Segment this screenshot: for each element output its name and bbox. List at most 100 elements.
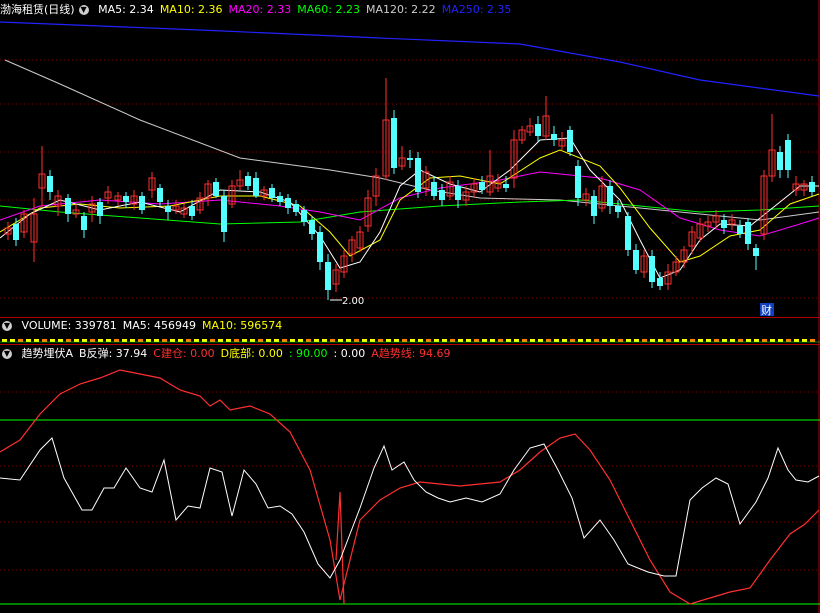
candle-body [745, 222, 751, 244]
volume-bar [746, 339, 751, 342]
panel-separator [0, 344, 820, 345]
volume-bar [394, 339, 399, 342]
candle-body [721, 220, 727, 228]
volume-bar [186, 339, 191, 342]
candle-body [455, 186, 461, 200]
volume-bar [434, 339, 439, 342]
volume-bar [346, 339, 351, 342]
volume-bar [354, 339, 359, 342]
candle-body [309, 220, 315, 234]
volume-bar [314, 339, 319, 342]
candle-body [649, 256, 655, 282]
candle-body [625, 216, 631, 250]
collapse-toggle-icon[interactable]: ▼ [78, 5, 89, 15]
volume-header: ▼ VOLUME: 339781 MA5: 456949 MA10: 596574 [0, 318, 294, 334]
candle-body [615, 206, 621, 212]
candle-body [65, 198, 71, 214]
volume-bar [114, 339, 119, 342]
candle-body [415, 158, 421, 192]
candle-body [439, 190, 445, 200]
volume-bar [754, 339, 759, 342]
collapse-toggle-icon[interactable]: ▼ [2, 349, 12, 359]
rebound-line-b [0, 437, 820, 579]
collapse-toggle-icon[interactable]: ▼ [2, 321, 12, 331]
volume-bar [242, 339, 247, 342]
volume-bar [282, 339, 287, 342]
volume-bar [522, 339, 527, 342]
volume-bar [786, 339, 791, 342]
ma-label-5: MA250: 2.35 [441, 3, 512, 16]
volume-bar [650, 339, 655, 342]
volume-label-1: MA5: 456949 [122, 319, 196, 332]
volume-bar [122, 339, 127, 342]
volume-bar [610, 339, 615, 342]
candle-body [189, 206, 195, 216]
volume-bar [202, 339, 207, 342]
candle-body [753, 248, 759, 256]
candle-body [657, 278, 663, 286]
volume-bar [450, 339, 455, 342]
indicator-legend: 趋势埋伏A B反弹: 37.94 C建仓: 0.00 D底部: 0.00: 90.00… [22, 347, 457, 360]
candle-body [633, 250, 639, 270]
volume-bar [602, 339, 607, 342]
volume-bar [402, 339, 407, 342]
volume-bar [290, 339, 295, 342]
candle-body [293, 204, 299, 212]
volume-bar [634, 339, 639, 342]
volume-bar [90, 339, 95, 342]
volume-bar [578, 339, 583, 342]
volume-bar [794, 339, 799, 342]
volume-bar [330, 339, 335, 342]
volume-bar [418, 339, 423, 342]
ma-legend: MA5: 2.34 MA10: 2.36 MA20: 2.33 MA60: 2.23 M… [98, 3, 517, 16]
candle-body [213, 182, 219, 196]
volume-bar [386, 339, 391, 342]
volume-bar [730, 339, 735, 342]
candle-body [285, 198, 291, 208]
volume-bar [554, 339, 559, 342]
volume-bar [466, 339, 471, 342]
ma-label-3: MA60: 2.23 [297, 3, 360, 16]
chart-canvas[interactable]: 2.00 财 [0, 0, 820, 613]
low-price-label: 2.00 [342, 296, 364, 307]
volume-bar [10, 339, 15, 342]
volume-bar [498, 339, 503, 342]
ma-label-0: MA5: 2.34 [98, 3, 154, 16]
candle-body [777, 152, 783, 170]
volume-bar [706, 339, 711, 342]
volume-bar [338, 339, 343, 342]
volume-bar [66, 339, 71, 342]
volume-bar [426, 339, 431, 342]
volume-bar [770, 339, 775, 342]
volume-bar [666, 339, 671, 342]
volume-bar [74, 339, 79, 342]
volume-bar [626, 339, 631, 342]
volume-bar [778, 339, 783, 342]
volume-bar [682, 339, 687, 342]
volume-bar [258, 339, 263, 342]
volume-bar [530, 339, 535, 342]
indicator-label-5: : 0.00 [333, 347, 366, 360]
volume-bar [162, 339, 167, 342]
candle-body [165, 206, 171, 212]
volume-bar [810, 339, 815, 342]
ma60-line [0, 199, 820, 225]
volume-bar [26, 339, 31, 342]
indicator-label-3: D底部: 0.00 [220, 347, 283, 360]
volume-bar [210, 339, 215, 342]
volume-bar [538, 339, 543, 342]
volume-bar [562, 339, 567, 342]
candle-body [391, 118, 397, 168]
ma250-line [0, 21, 820, 97]
volume-bar [506, 339, 511, 342]
candle-body [535, 124, 541, 136]
candle-body [253, 178, 259, 196]
volume-bar [138, 339, 143, 342]
volume-bar [306, 339, 311, 342]
volume-bar [82, 339, 87, 342]
volume-bar [194, 339, 199, 342]
candle-body [567, 130, 573, 152]
volume-bar [674, 339, 679, 342]
volume-bar [98, 339, 103, 342]
ma-label-1: MA10: 2.36 [159, 3, 223, 16]
